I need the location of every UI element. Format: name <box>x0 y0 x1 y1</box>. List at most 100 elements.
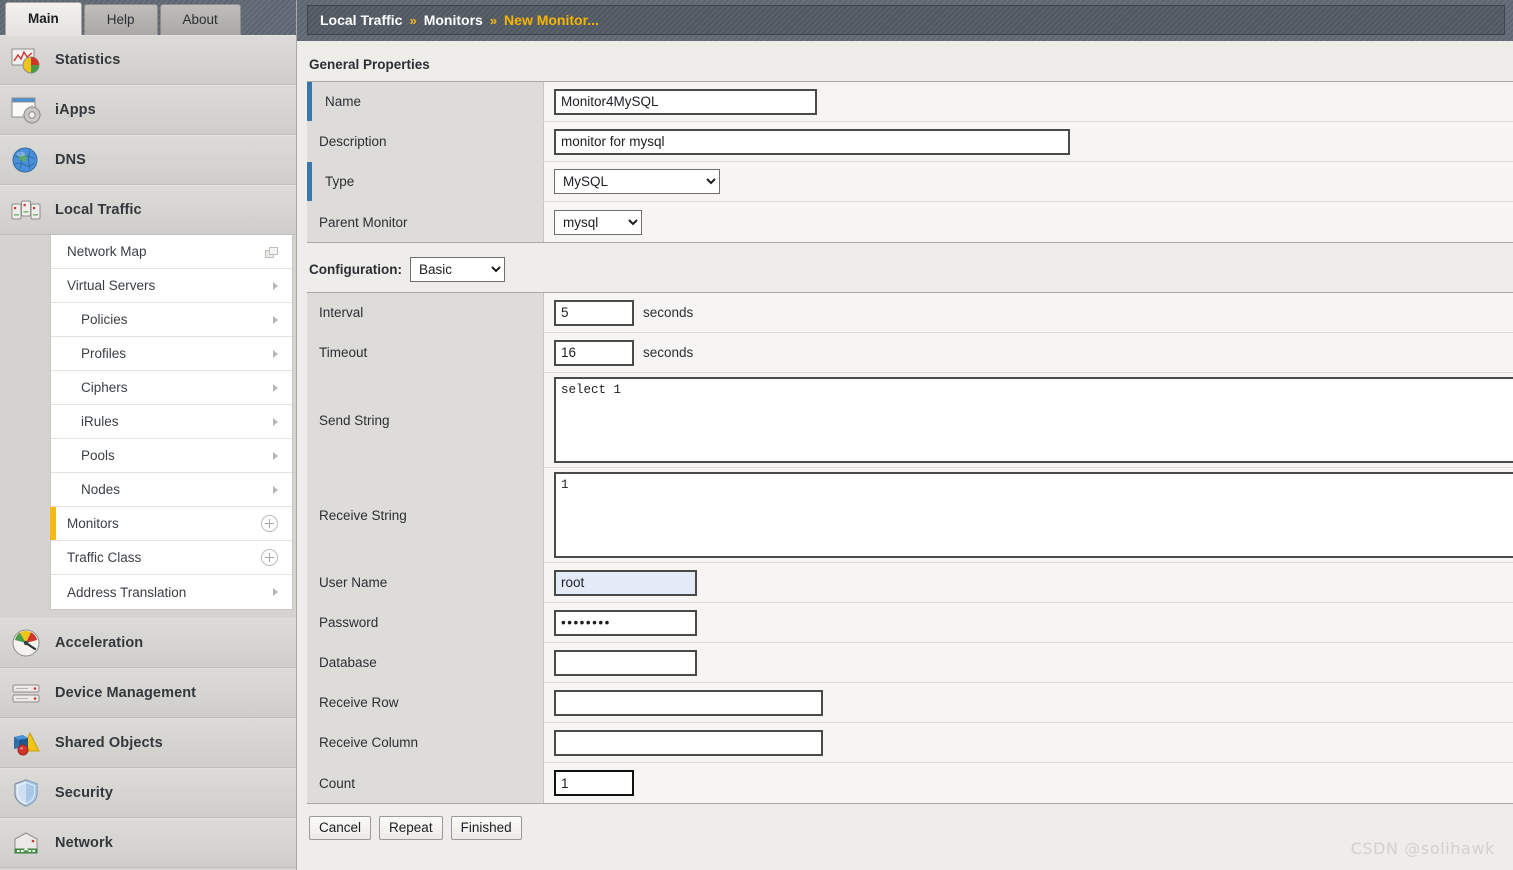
sidebar-item-local-traffic[interactable]: Local Traffic <box>0 185 296 235</box>
breadcrumb-separator-icon: » <box>409 13 416 28</box>
sidebar-item-shared-objects[interactable]: Shared Objects <box>0 718 296 768</box>
form-row-user-name: User Name <box>307 563 1513 603</box>
timeout-input[interactable] <box>554 340 634 366</box>
bigip-app-window: Main Help About Statistics <box>0 0 1513 870</box>
parent-monitor-label: Parent Monitor <box>307 202 544 242</box>
name-label: Name <box>307 82 544 121</box>
local-traffic-submenu: Network Map Virtual Servers Policies Pro… <box>0 235 296 610</box>
send-string-textarea[interactable]: select 1 <box>554 377 1513 463</box>
sidebar-item-label: Virtual Servers <box>67 278 273 293</box>
configuration-bar: Configuration: Basic <box>297 243 1513 292</box>
breadcrumb-bar: Local Traffic » Monitors » New Monitor..… <box>297 0 1513 41</box>
chevron-right-icon <box>273 486 278 494</box>
sidebar-item-monitors[interactable]: Monitors <box>51 507 292 541</box>
password-input[interactable] <box>554 610 697 636</box>
sidebar-item-policies[interactable]: Policies <box>51 303 292 337</box>
statistics-icon <box>10 44 42 76</box>
form-row-receive-string: Receive String 1 <box>307 468 1513 563</box>
sidebar-item-nodes[interactable]: Nodes <box>51 473 292 507</box>
main-content: Local Traffic » Monitors » New Monitor..… <box>297 0 1513 870</box>
configuration-table: Interval seconds Timeout seconds Send St… <box>307 292 1513 804</box>
tab-help[interactable]: Help <box>84 4 158 35</box>
configuration-label: Configuration: <box>309 262 402 277</box>
database-input[interactable] <box>554 650 697 676</box>
user-name-label: User Name <box>307 563 544 602</box>
sidebar-item-virtual-servers[interactable]: Virtual Servers <box>51 269 292 303</box>
parent-monitor-select[interactable]: mysql <box>554 210 642 235</box>
sidebar-item-ciphers[interactable]: Ciphers <box>51 371 292 405</box>
sidebar-item-profiles[interactable]: Profiles <box>51 337 292 371</box>
sidebar-item-irules[interactable]: iRules <box>51 405 292 439</box>
form-row-timeout: Timeout seconds <box>307 333 1513 373</box>
general-properties-title: General Properties <box>297 41 1513 81</box>
receive-string-label: Receive String <box>307 468 544 562</box>
sidebar-item-label: Statistics <box>55 52 120 68</box>
chevron-right-icon <box>273 316 278 324</box>
receive-row-input[interactable] <box>554 690 823 716</box>
action-button-bar: Cancel Repeat Finished <box>297 804 1513 840</box>
form-row-parent-monitor: Parent Monitor mysql <box>307 202 1513 242</box>
sidebar-item-label: iApps <box>55 102 96 118</box>
form-row-send-string: Send String select 1 <box>307 373 1513 468</box>
chevron-right-icon <box>273 452 278 460</box>
name-input[interactable] <box>554 89 817 115</box>
receive-string-textarea[interactable]: 1 <box>554 472 1513 558</box>
count-input[interactable] <box>554 770 634 796</box>
breadcrumb-monitors[interactable]: Monitors <box>424 12 483 28</box>
sidebar-item-pools[interactable]: Pools <box>51 439 292 473</box>
type-select[interactable]: MySQL <box>554 169 720 194</box>
repeat-button[interactable]: Repeat <box>379 816 443 840</box>
sidebar-item-label: Shared Objects <box>55 735 163 751</box>
breadcrumb-local-traffic[interactable]: Local Traffic <box>320 12 402 28</box>
monitor-form: General Properties Name Description Type <box>297 41 1513 870</box>
form-row-interval: Interval seconds <box>307 293 1513 333</box>
count-label: Count <box>307 763 544 803</box>
chevron-right-icon <box>273 350 278 358</box>
sidebar-item-dns[interactable]: DNS <box>0 135 296 185</box>
top-tab-bar: Main Help About <box>0 0 296 35</box>
form-row-type: Type MySQL <box>307 162 1513 202</box>
sidebar-item-traffic-class[interactable]: Traffic Class <box>51 541 292 575</box>
sidebar: Main Help About Statistics <box>0 0 297 870</box>
chevron-right-icon <box>273 384 278 392</box>
type-label: Type <box>307 162 544 201</box>
breadcrumb-separator-icon: » <box>490 13 497 28</box>
sidebar-item-network[interactable]: Network <box>0 818 296 868</box>
chevron-right-icon <box>273 282 278 290</box>
sidebar-item-label: DNS <box>55 152 86 168</box>
sidebar-item-device-management[interactable]: Device Management <box>0 668 296 718</box>
sidebar-item-label: Network <box>55 835 113 851</box>
tab-main[interactable]: Main <box>5 2 82 35</box>
sidebar-item-address-translation[interactable]: Address Translation <box>51 575 292 609</box>
sidebar-item-label: Network Map <box>67 244 265 259</box>
form-row-description: Description <box>307 122 1513 162</box>
sidebar-item-statistics[interactable]: Statistics <box>0 35 296 85</box>
description-input[interactable] <box>554 129 1070 155</box>
tab-about[interactable]: About <box>160 4 241 35</box>
add-traffic-class-plus-icon[interactable] <box>261 549 278 566</box>
receive-column-input[interactable] <box>554 730 823 756</box>
cancel-button[interactable]: Cancel <box>309 816 371 840</box>
sidebar-item-network-map[interactable]: Network Map <box>51 235 292 269</box>
sidebar-item-label: Traffic Class <box>67 550 261 565</box>
receive-row-label: Receive Row <box>307 683 544 722</box>
security-shield-icon <box>10 777 42 809</box>
timeout-label: Timeout <box>307 333 544 372</box>
interval-input[interactable] <box>554 300 634 326</box>
sidebar-item-label: Device Management <box>55 685 196 701</box>
shared-objects-icon <box>10 727 42 759</box>
form-row-name: Name <box>307 82 1513 122</box>
finished-button[interactable]: Finished <box>451 816 522 840</box>
add-monitor-plus-icon[interactable] <box>261 515 278 532</box>
dns-globe-icon <box>10 144 42 176</box>
sidebar-item-label: Local Traffic <box>55 202 142 218</box>
user-name-input[interactable] <box>554 570 697 596</box>
chevron-right-icon <box>273 418 278 426</box>
sidebar-item-security[interactable]: Security <box>0 768 296 818</box>
timeout-unit: seconds <box>643 345 693 360</box>
sidebar-item-acceleration[interactable]: Acceleration <box>0 618 296 668</box>
sidebar-item-iapps[interactable]: iApps <box>0 85 296 135</box>
form-row-receive-row: Receive Row <box>307 683 1513 723</box>
sidebar-item-label: Acceleration <box>55 635 143 651</box>
configuration-mode-select[interactable]: Basic <box>410 257 505 282</box>
